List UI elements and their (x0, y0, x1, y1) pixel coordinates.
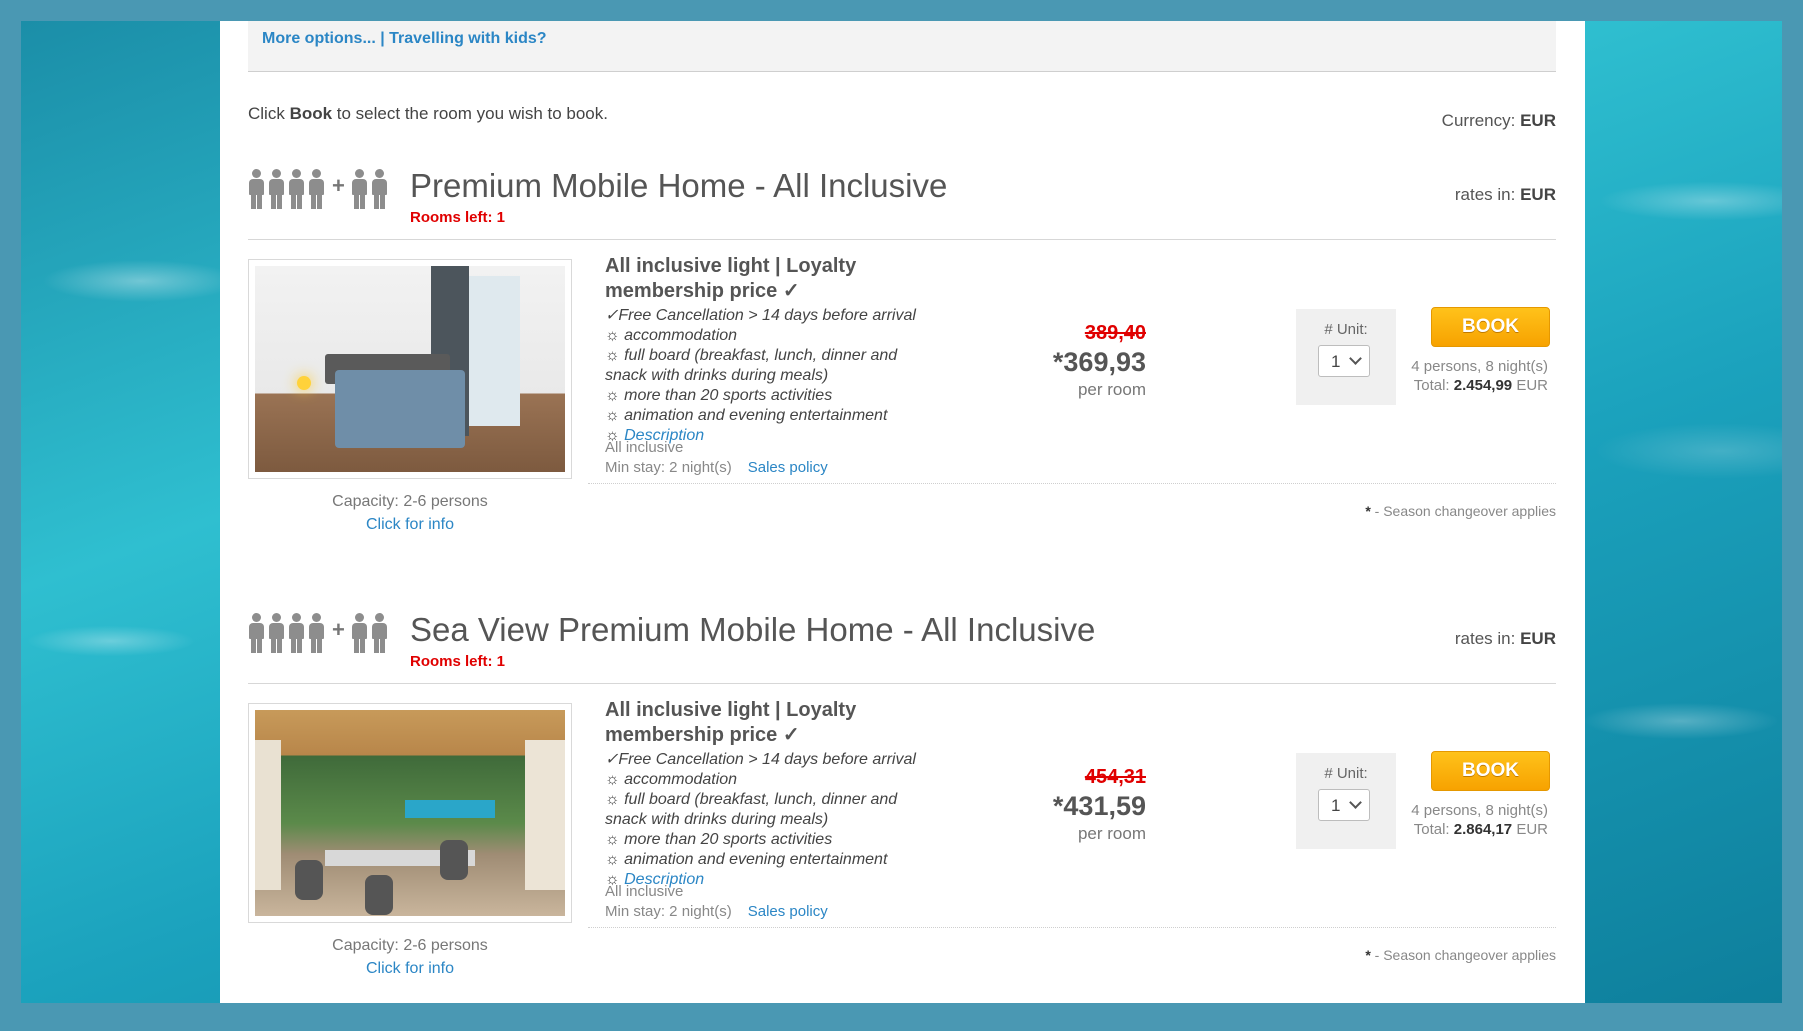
unit-value: 1 (1331, 796, 1341, 815)
intro-text-end: to select the room you wish to book. (332, 104, 608, 123)
currency-label: Currency: (1441, 111, 1521, 130)
discounted-price: *369,93 (1052, 347, 1146, 377)
rate-features: ✓Free Cancellation > 14 days before arri… (605, 750, 916, 890)
unit-label: # Unit: (1324, 765, 1368, 782)
book-button[interactable]: BOOK (1431, 307, 1550, 347)
unit-selector-box: # Unit: 1 (1296, 753, 1396, 849)
booking-panel: More options... | Travelling with kids? … (220, 21, 1585, 1003)
divider (588, 927, 1556, 928)
feature-item: ☼ full board (breakfast, lunch, dinner a… (605, 347, 898, 364)
room-photo[interactable] (248, 703, 572, 923)
rate-plan-title: All inclusive light | Loyalty membership… (605, 699, 857, 746)
season-note: * - Season changeover applies (1365, 503, 1556, 519)
season-note: * - Season changeover applies (1365, 947, 1556, 963)
unit-label: # Unit: (1324, 321, 1368, 338)
booking-summary: 4 persons, 8 night(s) Total: 2.864,17 EU… (1388, 801, 1548, 839)
season-text: - Season changeover applies (1370, 947, 1556, 963)
total-value: 2.864,17 (1453, 821, 1513, 838)
min-stay: Min stay: 2 night(s) (605, 903, 732, 920)
sales-policy-link[interactable]: Sales policy (748, 903, 828, 920)
book-button[interactable]: BOOK (1431, 751, 1550, 791)
total-currency: EUR (1512, 377, 1548, 394)
board-type: All inclusive (605, 439, 684, 456)
unit-select[interactable]: 1 (1318, 345, 1370, 377)
rates-currency-value: EUR (1520, 629, 1556, 648)
currency-value: EUR (1520, 111, 1556, 130)
room-photo[interactable] (248, 259, 572, 479)
click-for-info-link[interactable]: Click for info (248, 516, 572, 534)
intro-text: Click (248, 104, 290, 123)
board-type: All inclusive (605, 883, 684, 900)
sales-policy-link[interactable]: Sales policy (748, 459, 828, 476)
feature-item: snack with drinks during meals) (605, 367, 829, 384)
patio-image (255, 710, 565, 916)
persons-nights: 4 persons, 8 night(s) (1411, 802, 1548, 819)
rate-meta: All inclusive Min stay: 2 night(s) Sales … (605, 882, 828, 922)
old-price: 454,31 (1084, 766, 1146, 788)
divider (588, 483, 1556, 484)
total-label: Total: (1413, 377, 1454, 394)
rate-features: ✓Free Cancellation > 14 days before arri… (605, 306, 916, 446)
rates-currency: rates in: EUR (1455, 185, 1556, 205)
feature-item: ✓Free Cancellation > 14 days before arri… (605, 307, 916, 324)
old-price: 389,40 (1084, 322, 1146, 344)
room-header: + Sea View Premium Mobile Home - All Inc… (248, 611, 1556, 684)
min-stay: Min stay: 2 night(s) (605, 459, 732, 476)
room-capacity: Capacity: 2-6 persons (332, 493, 488, 510)
per-room-label: per room (1077, 824, 1146, 843)
booking-summary: 4 persons, 8 night(s) Total: 2.454,99 EU… (1388, 357, 1548, 395)
room-card: + Premium Mobile Home - All Inclusive Ro… (248, 167, 1556, 587)
unit-selector-box: # Unit: 1 (1296, 309, 1396, 405)
feature-item: ☼ accommodation (605, 327, 738, 344)
rates-currency-value: EUR (1520, 185, 1556, 204)
unit-value: 1 (1331, 352, 1341, 371)
season-text: - Season changeover applies (1370, 503, 1556, 519)
rate-plan-title: All inclusive light | Loyalty membership… (605, 255, 857, 302)
unit-select[interactable]: 1 (1318, 789, 1370, 821)
currency-display: Currency: EUR (1442, 111, 1556, 131)
room-card: + Sea View Premium Mobile Home - All Inc… (248, 611, 1556, 1031)
options-bar: More options... | Travelling with kids? (248, 21, 1556, 72)
per-room-label: per room (1077, 380, 1146, 399)
chevron-down-icon (1349, 352, 1362, 365)
room-capacity: Capacity: 2-6 persons (332, 937, 488, 954)
room-header: + Premium Mobile Home - All Inclusive Ro… (248, 167, 1556, 240)
more-options-link[interactable]: More options... | Travelling with kids? (262, 30, 547, 48)
feature-item: ☼ more than 20 sports activities (605, 831, 833, 848)
rooms-left: Rooms left: 1 (410, 209, 506, 226)
feature-item: snack with drinks during meals) (605, 811, 829, 828)
chevron-down-icon (1349, 796, 1362, 809)
feature-item: ☼ animation and evening entertainment (605, 407, 888, 424)
bedroom-image (255, 266, 565, 472)
rates-currency: rates in: EUR (1455, 629, 1556, 649)
occupancy-icon: + (248, 169, 391, 209)
total-currency: EUR (1512, 821, 1548, 838)
booking-instructions: Click Book to select the room you wish t… (248, 104, 608, 124)
rate-meta: All inclusive Min stay: 2 night(s) Sales … (605, 438, 828, 478)
rates-label: rates in: (1454, 629, 1521, 648)
persons-nights: 4 persons, 8 night(s) (1411, 358, 1548, 375)
rates-label: rates in: (1454, 185, 1521, 204)
feature-item: ☼ accommodation (605, 771, 738, 788)
occupancy-icon: + (248, 613, 391, 653)
feature-item: ☼ animation and evening entertainment (605, 851, 888, 868)
total-label: Total: (1413, 821, 1454, 838)
room-title: Premium Mobile Home - All Inclusive (410, 167, 948, 204)
rooms-left: Rooms left: 1 (410, 653, 506, 670)
discounted-price: *431,59 (1052, 791, 1146, 821)
room-title: Sea View Premium Mobile Home - All Inclu… (410, 611, 1096, 648)
feature-item: ☼ full board (breakfast, lunch, dinner a… (605, 791, 898, 808)
feature-item: ✓Free Cancellation > 14 days before arri… (605, 751, 916, 768)
intro-book-word: Book (289, 104, 333, 123)
total-value: 2.454,99 (1453, 377, 1513, 394)
click-for-info-link[interactable]: Click for info (248, 960, 572, 978)
feature-item: ☼ more than 20 sports activities (605, 387, 833, 404)
